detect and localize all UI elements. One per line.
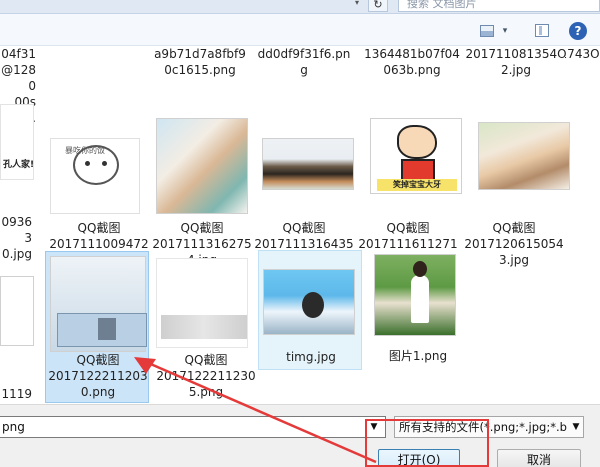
- file-item[interactable]: QQ截图 2017122211230 5.png: [154, 258, 258, 404]
- file-list: 04f31 @1280 00sh... a9b71d7a8fbf9 0c1615…: [0, 46, 600, 404]
- file-name: QQ截图 201712061505​4 3.jpg: [464, 221, 564, 267]
- filetype-select[interactable]: 所有支持的文件(*.png;*.jpg;*.b: [394, 416, 584, 438]
- dialog-footer: png ▼ 所有支持的文件(*.png;*.jpg;*.b ▼ 打开(O) 取消: [0, 404, 600, 467]
- file-thumbnail: 暴吃你的饭: [50, 138, 140, 214]
- file-item[interactable]: 201711081354O 2.jpg: [464, 46, 568, 78]
- cartoon-body: [401, 159, 435, 181]
- file-name: QQ截图 2017122211203 0.png: [48, 353, 148, 399]
- receipt-image: [161, 315, 247, 339]
- photo-subject: [411, 261, 429, 323]
- file-name: QQ截图 2017122211230 5.png: [156, 353, 256, 399]
- file-item[interactable]: a9b71d7a8fbf9 0c1615.png: [148, 46, 252, 78]
- file-thumbnail: [156, 258, 248, 348]
- file-name: 11193 .png: [1, 387, 32, 404]
- preview-pane-icon[interactable]: [535, 24, 549, 37]
- file-item[interactable]: QQ截图 201712061505​4 3.jpg: [462, 122, 570, 267]
- history-dropdown-icon[interactable]: ▾: [350, 0, 364, 12]
- file-thumbnail: [262, 138, 354, 190]
- cartoon-face-icon: [397, 125, 437, 159]
- address-bar-strip: ▾ ↻ 搜索 文档图片: [0, 0, 600, 14]
- view-dropdown-icon[interactable]: ▾: [500, 23, 510, 39]
- filetype-dropdown-icon[interactable]: ▼: [568, 416, 584, 438]
- file-name: 图片1.png: [388, 349, 448, 363]
- search-input[interactable]: 搜索 文档图片: [398, 0, 600, 12]
- file-name: 1364481b07f04 063b.png: [364, 47, 460, 77]
- file-name: 09363 0.jpg: [1, 215, 32, 261]
- file-name: a9b71d7a8fbf9 0c1615.png: [154, 47, 246, 77]
- open-button[interactable]: 打开(O): [378, 449, 460, 467]
- file-item[interactable]: 暴吃你的饭 QQ截图 201711100947​2 5.jpg: [47, 120, 151, 267]
- cancel-button[interactable]: 取消: [497, 449, 581, 467]
- help-icon[interactable]: ?: [569, 22, 587, 40]
- file-name: timg.jpg: [286, 350, 336, 364]
- file-thumbnail: [374, 254, 456, 336]
- thumbnail-caption: 暴吃你的饭: [65, 146, 105, 155]
- file-thumbnail: 笑掉宝宝大牙: [370, 118, 462, 194]
- file-item[interactable]: 201711081743O 4.jpg: [565, 46, 600, 78]
- photo-subject: [302, 292, 324, 318]
- file-item-selected[interactable]: QQ截图 2017122211203 0.png: [45, 251, 149, 403]
- thumbnail-caption: 笑掉宝宝大牙: [377, 179, 457, 191]
- file-item[interactable]: QQ截图 201711131627​5 4.jpg: [150, 118, 254, 267]
- file-item[interactable]: dd0df9f31f6.pn g: [252, 46, 356, 78]
- refresh-icon[interactable]: ↻: [368, 0, 388, 12]
- change-view-icon[interactable]: [480, 25, 494, 37]
- id-card-image: [57, 313, 147, 347]
- toolbar: ▾ ?: [0, 14, 600, 46]
- file-thumbnail: [263, 269, 355, 335]
- file-item-hovered[interactable]: timg.jpg: [258, 250, 362, 370]
- file-item[interactable]: 图片1.png: [366, 250, 470, 370]
- file-thumbnail: [478, 122, 570, 190]
- thumbnail-caption: 孔人家!: [3, 160, 35, 170]
- file-thumbnail: [0, 276, 34, 346]
- file-thumbnail: [50, 256, 147, 352]
- filename-dropdown-icon[interactable]: ▼: [362, 416, 386, 438]
- file-item[interactable]: 1364481b07f04 063b.png: [360, 46, 464, 78]
- file-name: dd0df9f31f6.pn g: [257, 47, 351, 77]
- filename-field[interactable]: png: [0, 416, 386, 438]
- file-name: 201711081743O 4.jpg: [565, 47, 600, 61]
- file-name: 201711081354O 2.jpg: [465, 47, 567, 77]
- file-thumbnail: 孔人家!: [0, 104, 34, 180]
- file-item[interactable]: QQ截图 201711131643​5 1.jpg: [252, 138, 356, 267]
- file-thumbnail: [156, 118, 248, 214]
- file-item[interactable]: 笑掉宝宝大牙 QQ截图 201711161127​1 3.jpg: [356, 118, 462, 267]
